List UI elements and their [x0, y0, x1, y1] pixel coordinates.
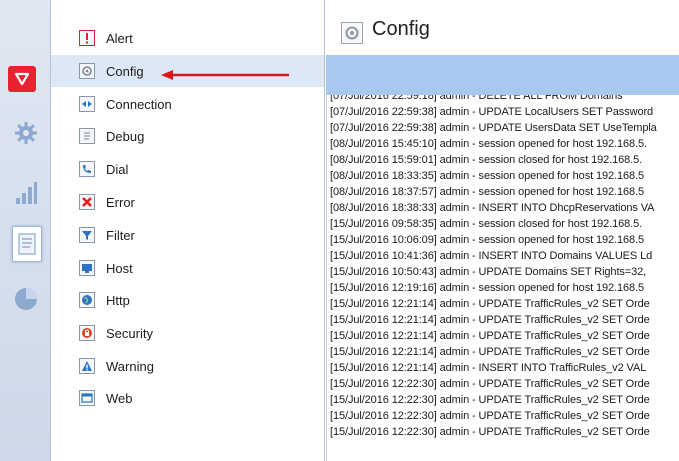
config-icon [341, 22, 363, 44]
log-output[interactable]: [07/Jul/2016 22:59:18] admin - DELETE AL… [326, 95, 679, 461]
category-label: Connection [106, 96, 172, 112]
log-document-icon[interactable] [12, 226, 42, 262]
log-line: [15/Jul/2016 12:21:14] admin - UPDATE Tr… [330, 314, 650, 326]
log-line: [08/Jul/2016 15:45:10] admin - session o… [330, 138, 648, 150]
phone-icon [79, 161, 95, 177]
connection-icon [79, 96, 95, 112]
category-label: Warning [106, 358, 154, 374]
category-label: Web [106, 390, 133, 406]
category-item-security[interactable]: Security [51, 317, 324, 349]
log-line: [15/Jul/2016 10:06:09] admin - session o… [330, 234, 645, 246]
category-label: Dial [106, 161, 129, 177]
red-arrow-annotation [161, 70, 289, 80]
category-label: Host [106, 260, 133, 276]
app-nav-rail [0, 0, 51, 461]
shield-icon[interactable] [8, 66, 36, 92]
log-line: [15/Jul/2016 12:22:30] admin - UPDATE Tr… [330, 410, 650, 422]
log-toolbar [326, 55, 679, 95]
category-item-http[interactable]: Http [51, 284, 324, 316]
log-line: [07/Jul/2016 22:59:38] admin - UPDATE Us… [330, 122, 657, 134]
gear-icon[interactable] [9, 116, 43, 150]
log-line: [15/Jul/2016 12:21:14] admin - UPDATE Tr… [330, 330, 650, 342]
pie-chart-icon[interactable] [9, 282, 43, 316]
category-label: Debug [106, 128, 145, 144]
globe-icon [79, 292, 95, 308]
config-icon [79, 63, 95, 79]
category-item-debug[interactable]: Debug [51, 120, 324, 152]
host-icon [79, 260, 95, 276]
category-item-filter[interactable]: Filter [51, 219, 324, 251]
web-icon [79, 390, 95, 406]
bar-chart-icon[interactable] [9, 176, 43, 210]
error-icon [79, 194, 95, 210]
category-item-web[interactable]: Web [51, 382, 324, 414]
category-item-error[interactable]: Error [51, 186, 324, 218]
log-line: [15/Jul/2016 12:22:30] admin - UPDATE Tr… [330, 394, 650, 406]
log-line: [08/Jul/2016 18:37:57] admin - session o… [330, 186, 645, 198]
category-item-dial[interactable]: Dial [51, 153, 324, 185]
filter-icon [79, 227, 95, 243]
log-category-list: Alert Config Connection Debug Dial Error [51, 0, 325, 461]
debug-icon [79, 128, 95, 144]
log-line: [15/Jul/2016 12:22:30] admin - UPDATE Tr… [330, 426, 650, 438]
log-line: [15/Jul/2016 09:58:35] admin - session c… [330, 218, 643, 230]
log-line: [07/Jul/2016 22:59:38] admin - UPDATE Lo… [330, 106, 654, 118]
category-item-connection[interactable]: Connection [51, 88, 324, 120]
log-line: [15/Jul/2016 12:19:16] admin - session o… [330, 282, 645, 294]
category-item-warning[interactable]: Warning [51, 350, 324, 382]
category-item-alert[interactable]: Alert [51, 22, 324, 54]
log-line: [08/Jul/2016 18:38:33] admin - INSERT IN… [330, 202, 655, 214]
log-line: [15/Jul/2016 12:21:14] admin - UPDATE Tr… [330, 298, 650, 310]
category-label: Alert [106, 30, 133, 46]
warning-icon [79, 358, 95, 374]
log-line: [08/Jul/2016 15:59:01] admin - session c… [330, 154, 643, 166]
category-label: Filter [106, 227, 135, 243]
security-icon [79, 325, 95, 341]
log-line: [15/Jul/2016 10:41:36] admin - INSERT IN… [330, 250, 653, 262]
log-viewer-pane: Config [07/Jul/2016 22:59:18] admin - DE… [326, 0, 679, 461]
log-line: [15/Jul/2016 12:21:14] admin - UPDATE Tr… [330, 346, 650, 358]
category-label: Http [106, 292, 130, 308]
log-line: [07/Jul/2016 22:59:18] admin - DELETE AL… [330, 95, 623, 102]
log-line: [08/Jul/2016 18:33:35] admin - session o… [330, 170, 645, 182]
category-label: Config [106, 63, 144, 79]
log-line: [15/Jul/2016 10:50:43] admin - UPDATE Do… [330, 266, 647, 278]
category-label: Security [106, 325, 153, 341]
category-item-host[interactable]: Host [51, 252, 324, 284]
log-line: [15/Jul/2016 12:22:30] admin - UPDATE Tr… [330, 378, 650, 390]
category-label: Error [106, 194, 135, 210]
page-title: Config [372, 18, 430, 40]
alert-icon [79, 30, 95, 46]
log-line: [15/Jul/2016 12:21:14] admin - INSERT IN… [330, 362, 647, 374]
